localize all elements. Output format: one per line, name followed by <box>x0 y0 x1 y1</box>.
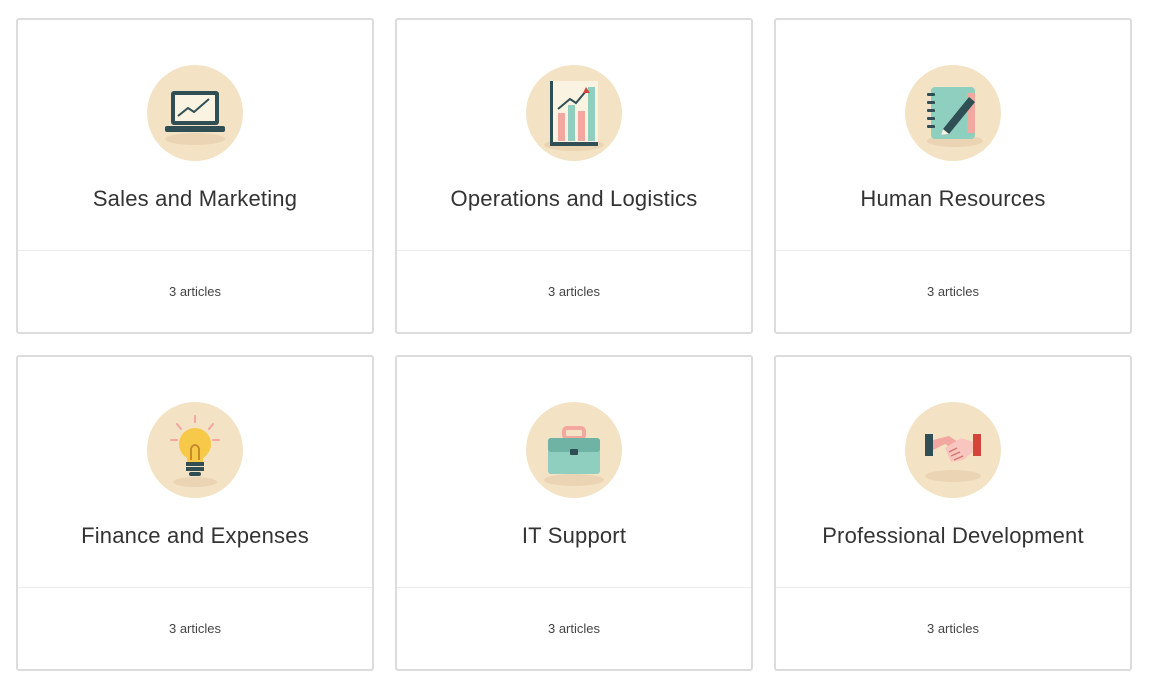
bar-chart-icon <box>526 65 622 161</box>
category-title: Finance and Expenses <box>81 523 309 548</box>
category-title: Operations and Logistics <box>450 186 698 211</box>
category-title: Sales and Marketing <box>92 186 298 211</box>
handshake-icon <box>905 402 1001 498</box>
category-card-professional-development[interactable]: Professional Development 3 articles <box>774 355 1132 671</box>
article-count: 3 articles <box>168 621 222 636</box>
lightbulb-icon <box>147 402 243 498</box>
notebook-pen-icon <box>905 65 1001 161</box>
card-header: Operations and Logistics <box>397 20 751 251</box>
category-card-it-support[interactable]: IT Support 3 articles <box>395 355 753 671</box>
card-header: Sales and Marketing <box>18 20 372 251</box>
card-header: Finance and Expenses <box>18 357 372 588</box>
category-title: IT Support <box>521 523 627 548</box>
card-header: Professional Development <box>776 357 1130 588</box>
category-title: Professional Development <box>822 523 1084 548</box>
article-count: 3 articles <box>926 284 980 299</box>
card-footer: 3 articles <box>18 588 372 669</box>
laptop-chart-icon <box>147 65 243 161</box>
category-title: Human Resources <box>860 186 1046 211</box>
article-count: 3 articles <box>926 621 980 636</box>
article-count: 3 articles <box>547 621 601 636</box>
category-card-sales-and-marketing[interactable]: Sales and Marketing 3 articles <box>16 18 374 334</box>
card-footer: 3 articles <box>18 251 372 332</box>
briefcase-icon <box>526 402 622 498</box>
card-footer: 3 articles <box>776 251 1130 332</box>
article-count: 3 articles <box>168 284 222 299</box>
category-card-human-resources[interactable]: Human Resources 3 articles <box>774 18 1132 334</box>
card-footer: 3 articles <box>776 588 1130 669</box>
category-card-operations-and-logistics[interactable]: Operations and Logistics 3 articles <box>395 18 753 334</box>
card-footer: 3 articles <box>397 588 751 669</box>
card-header: IT Support <box>397 357 751 588</box>
category-card-finance-and-expenses[interactable]: Finance and Expenses 3 articles <box>16 355 374 671</box>
card-header: Human Resources <box>776 20 1130 251</box>
category-grid: Sales and Marketing 3 articles Operation… <box>16 18 1132 671</box>
card-footer: 3 articles <box>397 251 751 332</box>
article-count: 3 articles <box>547 284 601 299</box>
